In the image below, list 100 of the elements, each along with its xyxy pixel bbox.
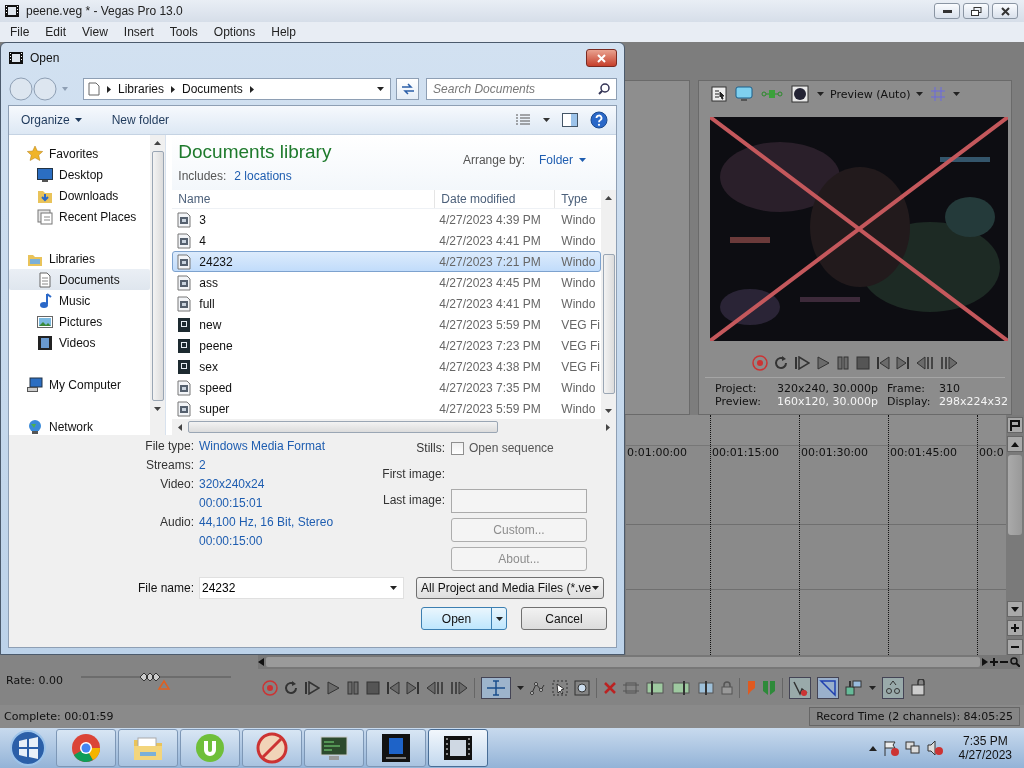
ruler-label: 00:0	[978, 446, 1004, 459]
nav-item[interactable]: My Computer	[9, 374, 151, 395]
info-label: Project:	[715, 382, 758, 395]
first-image-label: First image:	[381, 466, 446, 483]
file-name: super	[173, 400, 436, 417]
file-date: 4/27/2023 7:35 PM	[438, 380, 542, 395]
search-input[interactable]: Search Documents	[427, 81, 598, 97]
window-title: peene.veg * - Vegas Pro 13.0	[26, 4, 183, 18]
file-name: sex	[173, 358, 436, 375]
file-type: VEG Fi	[560, 338, 600, 353]
info-value: 00:00:15:01	[199, 496, 264, 512]
file-type: Windo	[560, 401, 597, 416]
ruler-label: 00:01:30:00	[800, 446, 869, 459]
nav-item[interactable]: Libraries	[9, 248, 151, 269]
nav-item[interactable]: Downloads	[9, 185, 151, 206]
info-value: 310	[939, 382, 961, 395]
file-date: 4/27/2023 7:21 PM	[438, 254, 542, 269]
info-value: 320x240, 30.000p	[777, 382, 879, 395]
file-row[interactable]: sex 4/27/2023 4:38 PM VEG Fi	[172, 356, 601, 377]
nav-item[interactable]: Pictures	[9, 311, 151, 332]
info-label: Frame:	[887, 382, 926, 395]
library-title: Documents library	[178, 141, 332, 163]
file-type: Windo	[560, 275, 597, 290]
arrange-dropdown[interactable]: Folder	[539, 153, 586, 167]
checkbox-label[interactable]: Open sequence	[469, 441, 554, 455]
stills-label: Stills:	[415, 440, 446, 457]
info-label: Display:	[887, 395, 932, 408]
command-button[interactable]: New folder	[109, 111, 172, 129]
file-row[interactable]: 24232 4/27/2023 7:21 PM Windo	[172, 251, 601, 272]
clock-time[interactable]: 7:35 PM	[962, 734, 1008, 748]
menu-item[interactable]: Help	[263, 25, 304, 39]
rate-label: Rate: 0.00	[6, 673, 63, 687]
info-label: Streams:	[145, 458, 195, 474]
menu-item[interactable]: Edit	[37, 25, 75, 39]
menu-item[interactable]: Insert	[115, 25, 162, 39]
nav-item[interactable]: Favorites	[9, 143, 151, 164]
address-bar[interactable]: Libraries Documents	[83, 78, 392, 100]
open-button[interactable]: Open	[421, 607, 507, 630]
file-date: 4/27/2023 4:41 PM	[438, 296, 542, 311]
file-date: 4/27/2023 4:38 PM	[438, 359, 542, 374]
quality-dropdown[interactable]: Preview (Auto)	[830, 87, 911, 101]
nav-item[interactable]: Music	[9, 290, 151, 311]
search-field[interactable]: Search Documents	[426, 78, 617, 100]
file-row[interactable]: new 4/27/2023 5:59 PM VEG Fi	[172, 314, 601, 335]
file-type-dropdown[interactable]: All Project and Media Files (*.ve	[416, 577, 604, 599]
file-date: 4/27/2023 4:45 PM	[438, 275, 542, 290]
file-row[interactable]: 3 4/27/2023 4:39 PM Windo	[172, 209, 601, 230]
info-value: 2	[199, 458, 207, 474]
file-row[interactable]: ass 4/27/2023 4:45 PM Windo	[172, 272, 601, 293]
breadcrumb-item[interactable]: Documents	[182, 82, 243, 96]
file-name-field[interactable]: 24232	[199, 577, 404, 599]
info-label: Audio:	[158, 515, 195, 531]
record-time: Record Time (2 channels): 84:05:25	[809, 707, 1020, 726]
file-row[interactable]: speed 4/27/2023 7:35 PM Windo	[172, 377, 601, 398]
file-type: Windo	[560, 380, 597, 395]
file-row[interactable]: 4 4/27/2023 4:41 PM Windo	[172, 230, 601, 251]
file-type: Windo	[560, 254, 597, 269]
file-date: 4/27/2023 5:59 PM	[438, 317, 542, 332]
info-value: 44,100 Hz, 16 Bit, Stereo	[199, 515, 335, 531]
file-row[interactable]: super 4/27/2023 5:59 PM Windo	[172, 398, 601, 419]
nav-item[interactable]: Desktop	[9, 164, 151, 185]
menu-item[interactable]: Options	[205, 25, 264, 39]
command-button[interactable]: Organize	[19, 111, 84, 129]
file-date: 4/27/2023 7:23 PM	[438, 338, 542, 353]
info-value: 320x240x24	[199, 477, 266, 493]
menu-item[interactable]: File	[2, 25, 38, 39]
cancel-button[interactable]: Cancel	[521, 607, 607, 630]
ruler-label: 00:01:15:00	[711, 446, 780, 459]
file-name: speed	[173, 379, 436, 396]
dialog-title: Open	[30, 51, 60, 65]
breadcrumb-item[interactable]: Libraries	[118, 82, 165, 96]
file-row[interactable]: full 4/27/2023 4:41 PM Windo	[172, 293, 601, 314]
file-date: 4/27/2023 4:39 PM	[438, 212, 542, 227]
file-type: Windo	[560, 212, 597, 227]
nav-item[interactable]: Documents	[9, 269, 151, 290]
file-name: full	[173, 295, 436, 312]
ruler-label: 0:01:00:00	[626, 446, 688, 459]
clock-date[interactable]: 4/27/2023	[958, 748, 1012, 762]
info-label: File type:	[144, 439, 195, 455]
column-header[interactable]: Name	[172, 190, 435, 208]
file-name: 24232	[173, 253, 436, 270]
nav-item[interactable]: Videos	[9, 332, 151, 353]
info-label: Preview:	[715, 395, 762, 408]
nav-item[interactable]: Network	[9, 416, 151, 437]
status-text: Complete: 00:01:59	[4, 710, 114, 723]
includes-label: Includes:	[178, 169, 227, 183]
file-name: new	[173, 316, 436, 333]
info-label: Video:	[159, 477, 195, 493]
file-type: Windo	[560, 296, 597, 311]
column-header[interactable]: Date modified	[434, 190, 555, 208]
last-image-label: Last image:	[381, 492, 446, 509]
locations-link[interactable]: 2 locations	[234, 169, 292, 183]
file-name: 3	[173, 211, 436, 228]
menu-item[interactable]: View	[74, 25, 116, 39]
menu-item[interactable]: Tools	[161, 25, 206, 39]
file-row[interactable]: peene 4/27/2023 7:23 PM VEG Fi	[172, 335, 601, 356]
nav-item[interactable]: Recent Places	[9, 206, 151, 227]
file-date: 4/27/2023 5:59 PM	[438, 401, 542, 416]
file-name: ass	[173, 274, 436, 291]
file-type: VEG Fi	[560, 359, 600, 374]
